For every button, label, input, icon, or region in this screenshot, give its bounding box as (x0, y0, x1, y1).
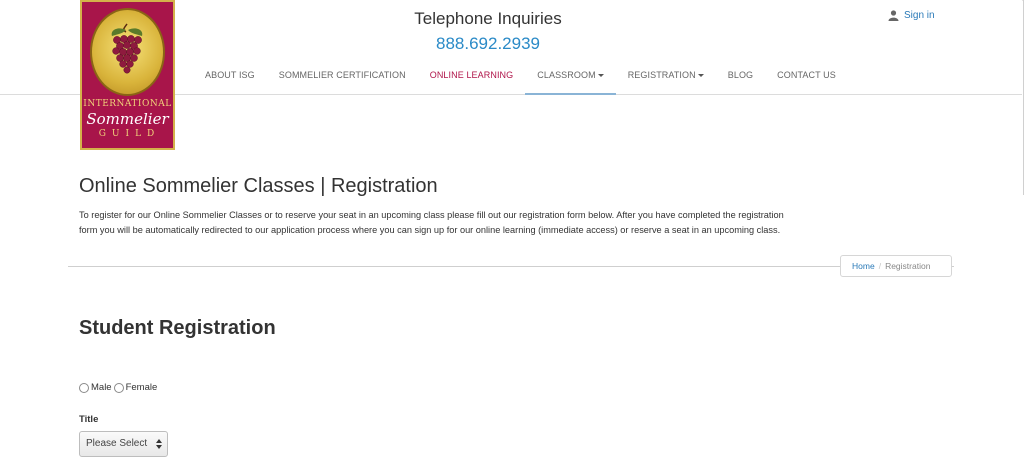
title-select[interactable]: Please Select (79, 431, 168, 457)
logo-text-guild: GUILD (98, 129, 161, 139)
page-title: Online Sommelier Classes | Registration (79, 175, 438, 197)
nav-classroom[interactable]: CLASSROOM (525, 58, 616, 95)
title-field-label: Title (79, 414, 99, 425)
divider (68, 266, 954, 267)
sign-in-label: Sign in (904, 10, 935, 21)
sign-in-link[interactable]: Sign in (888, 10, 935, 21)
phone-number-link[interactable]: 888.692.2939 (388, 34, 588, 54)
phone-label: Telephone Inquiries (414, 9, 562, 28)
breadcrumb-home-link[interactable]: Home (852, 261, 875, 271)
nav-classroom-label: CLASSROOM (537, 70, 596, 80)
title-select-value: Please Select (86, 438, 148, 449)
breadcrumb-current: Registration (885, 261, 931, 271)
nav-registration[interactable]: REGISTRATION (616, 58, 716, 95)
nav-online-learning[interactable]: ONLINE LEARNING (418, 58, 526, 95)
main-nav: ABOUT ISG SOMMELIER CERTIFICATION ONLINE… (193, 58, 848, 95)
select-arrows-icon (156, 439, 162, 451)
nav-blog[interactable]: BLOG (716, 58, 765, 95)
grapes-icon (111, 23, 143, 74)
gender-radio-group: Male Female (79, 382, 159, 393)
intro-text: To register for our Online Sommelier Cla… (79, 210, 784, 235)
logo-text-sommelier: Sommelier (86, 110, 169, 128)
site-logo[interactable]: INTERNATIONAL Sommelier GUILD (80, 0, 175, 150)
male-label: Male (91, 382, 112, 393)
breadcrumb: Home / Registration (840, 255, 952, 277)
female-label: Female (125, 382, 158, 393)
caret-down-icon (697, 74, 704, 78)
section-title: Student Registration (79, 317, 276, 339)
nav-sommelier-certification[interactable]: SOMMELIER CERTIFICATION (267, 58, 418, 95)
male-radio[interactable] (79, 382, 89, 393)
female-radio[interactable] (113, 382, 124, 393)
breadcrumb-separator: / (878, 261, 882, 271)
user-icon (888, 10, 899, 21)
logo-text-international: INTERNATIONAL (83, 99, 172, 109)
caret-down-icon (597, 74, 604, 78)
nav-registration-label: REGISTRATION (627, 70, 696, 80)
gender-option-male[interactable]: Male (79, 382, 112, 393)
nav-contact-us[interactable]: CONTACT US (765, 58, 848, 95)
nav-about-isg[interactable]: ABOUT ISG (193, 58, 267, 95)
gender-option-female[interactable]: Female (113, 382, 158, 393)
